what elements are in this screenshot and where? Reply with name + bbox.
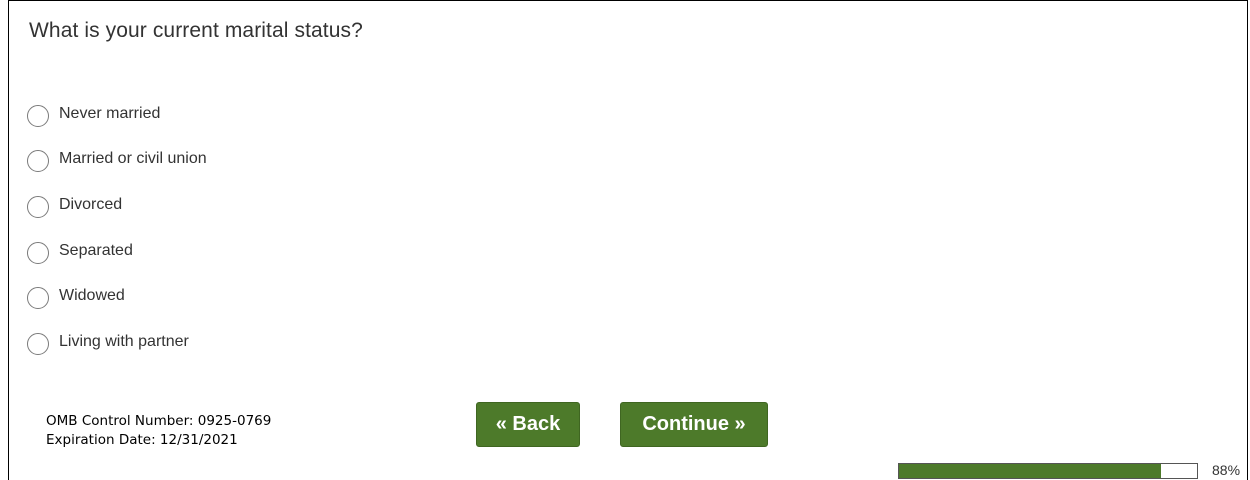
question-title: What is your current marital status? <box>29 19 363 42</box>
marital-status-options: Never married Married or civil union Div… <box>27 93 627 367</box>
radio-unchecked-icon[interactable] <box>27 195 49 218</box>
radio-unchecked-icon[interactable] <box>27 150 49 173</box>
progress-fill <box>899 464 1162 478</box>
radio-unchecked-icon[interactable] <box>27 332 49 355</box>
omb-control-number: OMB Control Number: 0925-0769 <box>46 413 272 429</box>
option-label: Married or civil union <box>59 150 207 168</box>
expiration-date: Expiration Date: 12/31/2021 <box>46 432 238 448</box>
radio-unchecked-icon[interactable] <box>27 241 49 264</box>
option-widowed[interactable]: Widowed <box>27 275 627 321</box>
continue-button[interactable]: Continue » <box>620 402 768 447</box>
option-divorced[interactable]: Divorced <box>27 184 627 230</box>
radio-unchecked-icon[interactable] <box>27 287 49 310</box>
option-living-with-partner[interactable]: Living with partner <box>27 321 627 367</box>
option-label: Living with partner <box>59 332 189 350</box>
omb-info: OMB Control Number: 0925-0769 Expiration… <box>46 412 271 450</box>
option-label: Divorced <box>59 195 123 213</box>
option-separated[interactable]: Separated <box>27 230 627 276</box>
option-label: Never married <box>59 104 161 122</box>
progress-percent: 88% <box>1212 462 1241 478</box>
back-button[interactable]: « Back <box>476 402 580 447</box>
option-label: Widowed <box>59 287 125 305</box>
option-married-or-civil-union[interactable]: Married or civil union <box>27 139 627 185</box>
radio-unchecked-icon[interactable] <box>27 104 49 127</box>
option-never-married[interactable]: Never married <box>27 93 627 139</box>
option-label: Separated <box>59 241 133 259</box>
progress-bar <box>898 463 1198 479</box>
